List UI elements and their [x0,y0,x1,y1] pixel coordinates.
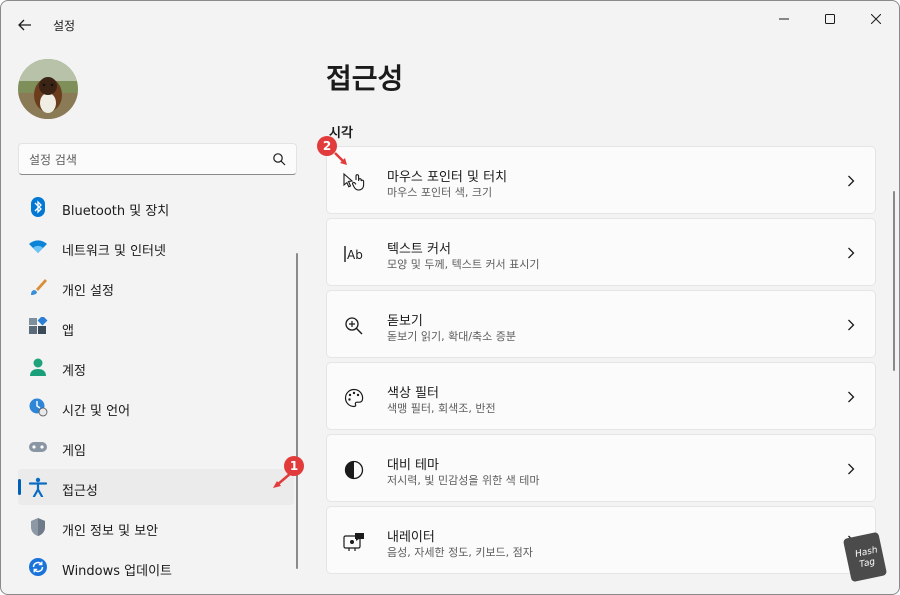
sidebar-item-windows-update[interactable]: Windows 업데이트 [18,549,294,585]
sidebar-item-accessibility[interactable]: 접근성 [18,469,294,505]
sidebar-item-label: 게임 [62,444,86,459]
card-title: 돋보기 [387,314,423,329]
settings-search[interactable] [18,143,297,175]
mouse-pointer-icon [343,171,365,193]
card-subtitle: 돋보기 읽기, 확대/축소 증분 [387,330,517,343]
minimize-button[interactable] [761,5,807,33]
wifi-icon [28,237,48,257]
sidebar-item-label: 개인 정보 및 보안 [62,524,159,539]
sidebar-item-label: 개인 설정 [62,284,114,299]
search-input[interactable] [29,150,259,170]
maximize-button[interactable] [807,5,853,33]
card-color-filters[interactable]: 색상 필터 색맹 필터, 회색조, 반전 [326,362,876,430]
sidebar-item-gaming[interactable]: 게임 [18,429,294,465]
sidebar-item-label: 앱 [62,324,74,339]
close-icon [871,14,881,24]
card-subtitle: 저시력, 빛 민감성을 위한 색 테마 [387,474,540,487]
card-subtitle: 모양 및 두께, 텍스트 커서 표시기 [387,258,540,271]
shield-icon [28,517,48,537]
close-button[interactable] [853,5,899,33]
user-avatar[interactable] [18,59,78,119]
selection-indicator [18,479,21,495]
card-title: 대비 테마 [387,458,439,473]
time-language-icon [28,397,48,417]
card-contrast-themes[interactable]: 대비 테마 저시력, 빛 민감성을 위한 색 테마 [326,434,876,502]
accessibility-icon [28,477,48,497]
update-icon [28,557,48,577]
maximize-icon [825,14,835,24]
sidebar-item-personalization[interactable]: 개인 설정 [18,269,294,305]
chevron-right-icon [845,318,857,332]
sidebar-item-label: 시간 및 언어 [62,404,131,419]
apps-icon [28,317,48,337]
card-subtitle: 마우스 포인터 색, 크기 [387,186,493,199]
palette-icon [343,387,365,409]
settings-card-list: 마우스 포인터 및 터치 마우스 포인터 색, 크기 Ab 텍스트 커서 모양 … [326,146,876,578]
main-scrollbar[interactable] [893,191,895,371]
sidebar-nav: Bluetooth 및 장치 네트워크 및 인터넷 개인 설정 앱 계정 시간 … [18,189,294,589]
sidebar-item-time-language[interactable]: 시간 및 언어 [18,389,294,425]
chevron-right-icon [845,174,857,188]
title-bar: 설정 [1,1,899,49]
sidebar-item-bluetooth[interactable]: Bluetooth 및 장치 [18,189,294,225]
page-title: 접근성 [326,62,404,95]
back-arrow-icon [18,19,31,31]
minimize-icon [779,18,789,20]
contrast-icon [343,459,365,481]
sidebar-item-network[interactable]: 네트워크 및 인터넷 [18,229,294,265]
sidebar-item-label: 접근성 [62,484,98,499]
card-magnifier[interactable]: 돋보기 돋보기 읽기, 확대/축소 증분 [326,290,876,358]
card-text-cursor[interactable]: Ab 텍스트 커서 모양 및 두께, 텍스트 커서 표시기 [326,218,876,286]
annotation-arrow-1 [273,472,292,488]
search-icon[interactable] [272,152,286,166]
card-title: 텍스트 커서 [387,242,451,257]
bluetooth-icon [28,197,48,217]
sidebar-scrollbar[interactable] [296,253,298,569]
back-button[interactable] [11,13,39,37]
card-title: 마우스 포인터 및 터치 [387,170,508,185]
card-mouse-pointer-touch[interactable]: 마우스 포인터 및 터치 마우스 포인터 색, 크기 [326,146,876,214]
annotation-arrow-2 [334,152,347,165]
card-narrator[interactable]: 내레이터 음성, 자세한 정도, 키보드, 점자 [326,506,876,574]
magnifier-icon [343,315,365,337]
gamepad-icon [28,437,48,457]
brush-icon [28,277,48,297]
settings-window: 설정 Blueto [0,0,900,595]
sidebar-item-label: Windows 업데이트 [62,564,173,579]
card-title: 색상 필터 [387,386,439,401]
sidebar-item-accounts[interactable]: 계정 [18,349,294,385]
chevron-right-icon [845,246,857,260]
card-subtitle: 색맹 필터, 회색조, 반전 [387,402,496,415]
sidebar-item-apps[interactable]: 앱 [18,309,294,345]
narrator-icon [343,531,365,553]
app-title: 설정 [53,19,76,33]
card-title: 내레이터 [387,530,435,545]
svg-text:Ab: Ab [347,248,363,262]
chevron-right-icon [845,390,857,404]
sidebar-item-label: 네트워크 및 인터넷 [62,244,166,259]
sidebar-item-label: Bluetooth 및 장치 [62,204,170,219]
account-icon [28,357,48,377]
hashtag-watermark-logo: Hash Tag [843,532,887,582]
text-cursor-icon: Ab [343,243,365,265]
sidebar-item-privacy[interactable]: 개인 정보 및 보안 [18,509,294,545]
chevron-right-icon [845,462,857,476]
card-subtitle: 음성, 자세한 정도, 키보드, 점자 [387,546,533,559]
sidebar-item-label: 계정 [62,364,86,379]
